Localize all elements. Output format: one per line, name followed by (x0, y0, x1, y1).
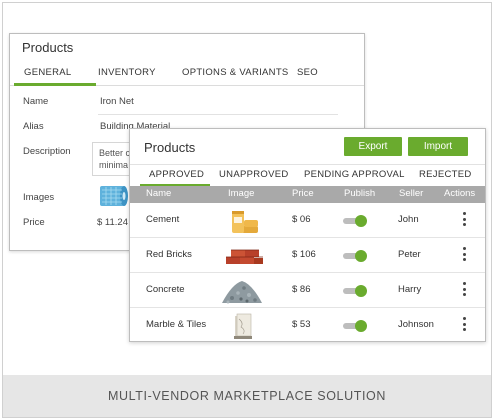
publish-toggle[interactable] (343, 285, 367, 297)
product-name: Marble & Tiles (146, 319, 207, 330)
column-header-image: Image (228, 188, 255, 199)
more-actions-icon[interactable] (463, 247, 467, 263)
tab-rejected[interactable]: REJECTED (419, 169, 472, 180)
column-header-price: Price (292, 188, 314, 199)
publish-toggle[interactable] (343, 215, 367, 227)
tab-inventory[interactable]: INVENTORY (98, 67, 156, 78)
product-price: $ 86 (292, 284, 311, 295)
table-row[interactable]: Red Bricks $ 106 Peter (130, 238, 485, 273)
name-label: Name (23, 96, 49, 107)
seller-name: John (398, 214, 419, 225)
import-button[interactable]: Import (408, 137, 468, 156)
product-price: $ 53 (292, 319, 311, 330)
tab-unapproved[interactable]: UNAPPROVED (219, 169, 289, 180)
table-header: Name Image Price Publish Seller Actions (130, 186, 485, 203)
column-header-publish: Publish (344, 188, 376, 199)
export-button[interactable]: Export (344, 137, 402, 156)
seller-name: Harry (398, 284, 422, 295)
seller-name: Johnson (398, 319, 434, 330)
concrete-pile-icon (222, 281, 262, 304)
red-bricks-icon (226, 249, 263, 264)
tab-seo[interactable]: SEO (297, 67, 318, 78)
active-tab-indicator (14, 83, 96, 86)
name-field-line (98, 114, 338, 115)
edit-tabs: GENERAL INVENTORY OPTIONS & VARIANTS SEO (10, 63, 364, 86)
approval-tabs: APPROVED UNAPPROVED PENDING APPROVAL REJ… (130, 164, 485, 187)
product-price: $ 106 (292, 249, 316, 260)
products-list-panel: Products Export Import APPROVED UNAPPROV… (129, 128, 486, 342)
panel-title: Products (144, 140, 196, 155)
images-label: Images (23, 192, 55, 203)
product-price: $ 06 (292, 214, 311, 225)
product-name: Concrete (146, 284, 185, 295)
column-header-seller: Seller (399, 188, 424, 199)
description-label: Description (23, 146, 71, 157)
more-actions-icon[interactable] (463, 317, 467, 333)
publish-toggle[interactable] (343, 320, 367, 332)
panel-title: Products (22, 40, 74, 55)
tab-general[interactable]: GENERAL (24, 67, 72, 78)
table-row[interactable]: Concrete $ 86 Harry (130, 273, 485, 308)
price-label: Price (23, 217, 45, 228)
cement-bags-icon (232, 211, 258, 233)
product-name: Red Bricks (146, 249, 192, 260)
footer-caption: MULTI-VENDOR MARKETPLACE SOLUTION (108, 389, 386, 403)
iron-net-roll-icon[interactable] (98, 184, 130, 208)
column-header-actions: Actions (444, 188, 476, 199)
more-actions-icon[interactable] (463, 282, 467, 298)
alias-label: Alias (23, 121, 44, 132)
tab-approved[interactable]: APPROVED (149, 169, 204, 180)
table-row[interactable]: Marble & Tiles $ 53 Johnson (130, 308, 485, 341)
tab-pending-approval[interactable]: PENDING APPROVAL (304, 169, 405, 180)
publish-toggle[interactable] (343, 250, 367, 262)
tab-options-variants[interactable]: OPTIONS & VARIANTS (182, 67, 289, 78)
price-field[interactable]: $ 11.24 (97, 217, 128, 228)
name-field[interactable]: Iron Net (100, 96, 134, 107)
marble-tiles-icon (234, 313, 252, 339)
seller-name: Peter (398, 249, 421, 260)
product-name: Cement (146, 214, 180, 225)
column-header-name: Name (146, 188, 172, 199)
more-actions-icon[interactable] (463, 212, 467, 228)
table-row[interactable]: Cement $ 06 John (130, 203, 485, 238)
footer-banner: MULTI-VENDOR MARKETPLACE SOLUTION (3, 375, 491, 417)
